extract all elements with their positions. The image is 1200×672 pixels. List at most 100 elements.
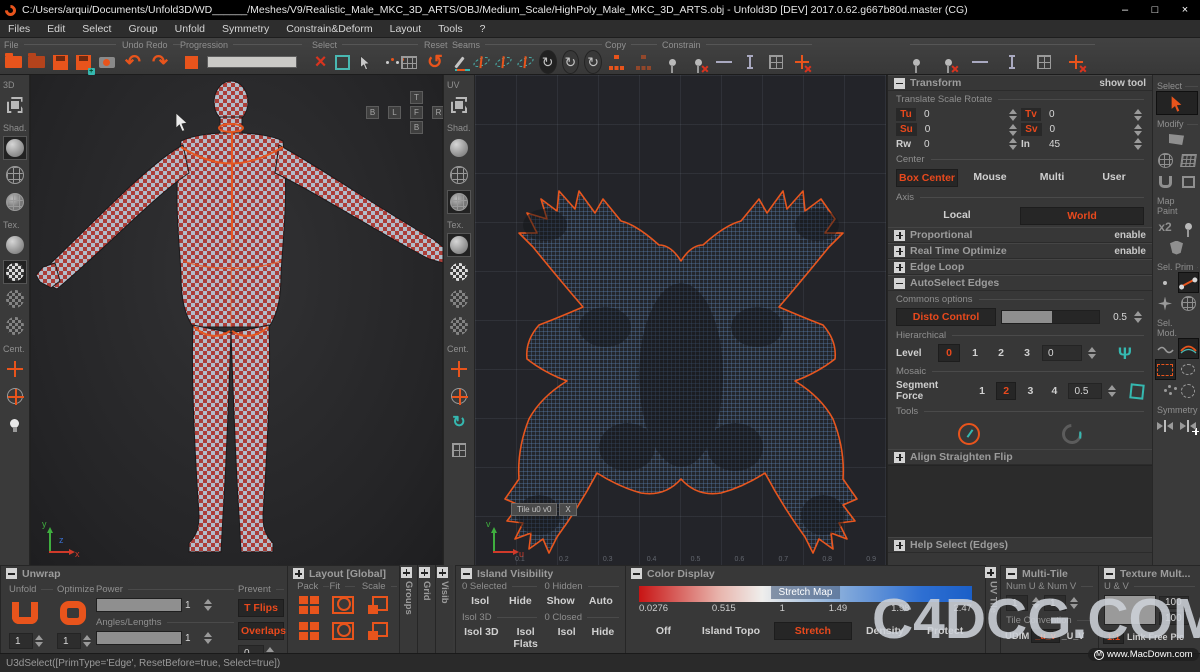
tu-field[interactable]: 0 [918,109,1005,120]
view-left-button[interactable]: L [388,106,401,119]
multi-tile-header[interactable]: Multi-Tile [1001,566,1098,581]
segment-spinner[interactable] [1106,385,1118,397]
symmetry-add-button[interactable] [1178,415,1199,436]
layout-global-header[interactable]: Layout [Global] [288,566,399,581]
select-lasso-button[interactable] [1178,359,1199,380]
select-brush-points-button[interactable] [1155,380,1176,401]
sv-spinner[interactable] [1132,124,1144,136]
uv-refresh-button[interactable]: ↻ [447,411,471,435]
tu-spinner[interactable] [1007,109,1019,121]
menu-files[interactable]: Files [8,23,30,35]
optimize-spinner[interactable] [81,635,93,647]
texture-map1-button[interactable] [3,287,27,311]
height-constrain-icon[interactable] [1001,51,1023,73]
shield-tool-button[interactable] [1166,237,1187,258]
frame-uv-button[interactable] [447,93,471,117]
menu-unfold[interactable]: Unfold [175,23,205,35]
shading-wireframe-button[interactable] [3,163,27,187]
proportional-section-header[interactable]: Proportional enable [888,227,1152,243]
tv-spinner[interactable] [1132,109,1144,121]
center-box-center-button[interactable]: Box Center [896,169,958,187]
unfold-iterations-field[interactable]: 1 [9,633,33,649]
transform-section-header[interactable]: Transform show tool [888,75,1152,91]
power-slider[interactable] [96,598,182,612]
angles-slider[interactable] [96,631,182,645]
unpin-tool-icon[interactable] [937,51,959,73]
width-constrain-icon[interactable] [969,51,991,73]
seam-loop-button[interactable] [473,51,490,73]
seam-border-button[interactable] [517,51,534,73]
menu-symmetry[interactable]: Symmetry [222,23,269,35]
grid-select-button[interactable] [401,51,418,73]
symmetry-mirror-button[interactable] [1155,415,1176,436]
auto-hidden-button[interactable]: Auto [583,595,619,607]
import-file-button[interactable] [27,51,45,73]
mesh-grid-tool-button[interactable] [1178,150,1199,171]
viewport-uv[interactable]: Tile u0 v0 X v u 0.10.20.3 0.40.50.6 0.7… [475,75,887,565]
rw-spinner[interactable] [1007,138,1019,150]
close-button[interactable]: × [1170,0,1200,20]
minimize-button[interactable]: – [1110,0,1140,20]
isol-3d-button[interactable]: Isol 3D [462,626,501,650]
su-field[interactable]: 0 [919,124,1006,135]
reset-button[interactable]: ↺ [424,51,446,73]
box-tool-button[interactable] [1178,171,1199,192]
light-toggle-button[interactable] [3,411,27,435]
unwrap-header[interactable]: Unwrap [1,566,287,581]
uv-texture-none-button[interactable] [447,233,471,257]
proportional-enable[interactable]: enable [1114,230,1146,241]
open-file-button[interactable] [4,51,22,73]
redo-button[interactable]: ↷ [149,51,171,73]
power-spinner[interactable] [202,599,214,611]
uv-shading-solid-button[interactable] [447,136,471,160]
sphere-grid-tool-button[interactable] [1155,150,1176,171]
remove-constrain-button[interactable] [791,51,812,73]
stop-progression-button[interactable] [180,51,202,73]
select-island-button[interactable] [1178,293,1199,314]
groups-collapsed-tab[interactable]: Groups [399,565,417,653]
visib-collapsed-tab[interactable]: Visib [435,565,453,653]
isol-selected-button[interactable]: Isol [462,595,498,607]
brush-select-button[interactable] [379,51,396,73]
hide-selected-button[interactable]: Hide [502,595,538,607]
texture-map2-button[interactable] [3,314,27,338]
color-mode-island-topo-button[interactable]: Island Topo [692,625,770,637]
center-mouse-button[interactable]: Mouse [960,169,1020,187]
disto-spinner[interactable] [1132,311,1144,323]
menu-select[interactable]: Select [82,23,111,35]
in-field[interactable]: 45 [1043,139,1130,150]
center-user-button[interactable]: User [1084,169,1144,187]
select-polygon-button[interactable] [1155,293,1176,314]
unfold-spinner[interactable] [33,635,45,647]
paint-pin-tool-button[interactable] [1178,216,1199,237]
island-visibility-header[interactable]: Island Visibility [456,566,625,581]
tile-close-button[interactable]: X [559,503,576,516]
menu-help[interactable]: ? [480,23,486,35]
export-snapshot-button[interactable] [98,51,116,73]
edit-seams-button[interactable] [452,51,468,73]
pack-selected-button[interactable] [299,622,319,640]
seam-ring-button[interactable] [495,51,512,73]
center-multi-button[interactable]: Multi [1022,169,1082,187]
vertical-constrain-button[interactable] [739,51,760,73]
magic-wand-tool-icon[interactable] [958,423,980,445]
uv-shading-wireframe-button[interactable] [447,163,471,187]
overlaps-button[interactable]: Overlaps [238,622,284,640]
rotate-tool-icon[interactable] [1058,420,1086,448]
hide-closed-button[interactable]: Hide [587,626,619,650]
pin-button[interactable] [662,51,683,73]
align-straighten-flip-section-header[interactable]: Align Straighten Flip [888,449,1152,465]
menu-layout[interactable]: Layout [390,23,422,35]
view-bottom-button[interactable]: B [410,121,423,134]
scale-1to1-button[interactable] [368,596,388,614]
uv-texture-map1-button[interactable] [447,287,471,311]
menu-tools[interactable]: Tools [438,23,463,35]
weld-all-seams-button[interactable]: ↻ [584,50,602,74]
select-vertex-button[interactable] [1155,272,1176,293]
sv-field[interactable]: 0 [1044,124,1131,135]
cross-delete-icon[interactable] [1065,51,1087,73]
uv-tile-tag[interactable]: Tile u0 v0 X [511,503,577,516]
segment-1-button[interactable]: 1 [972,383,992,399]
texture-none-button[interactable] [3,233,27,257]
pin-tool-icon[interactable] [905,51,927,73]
